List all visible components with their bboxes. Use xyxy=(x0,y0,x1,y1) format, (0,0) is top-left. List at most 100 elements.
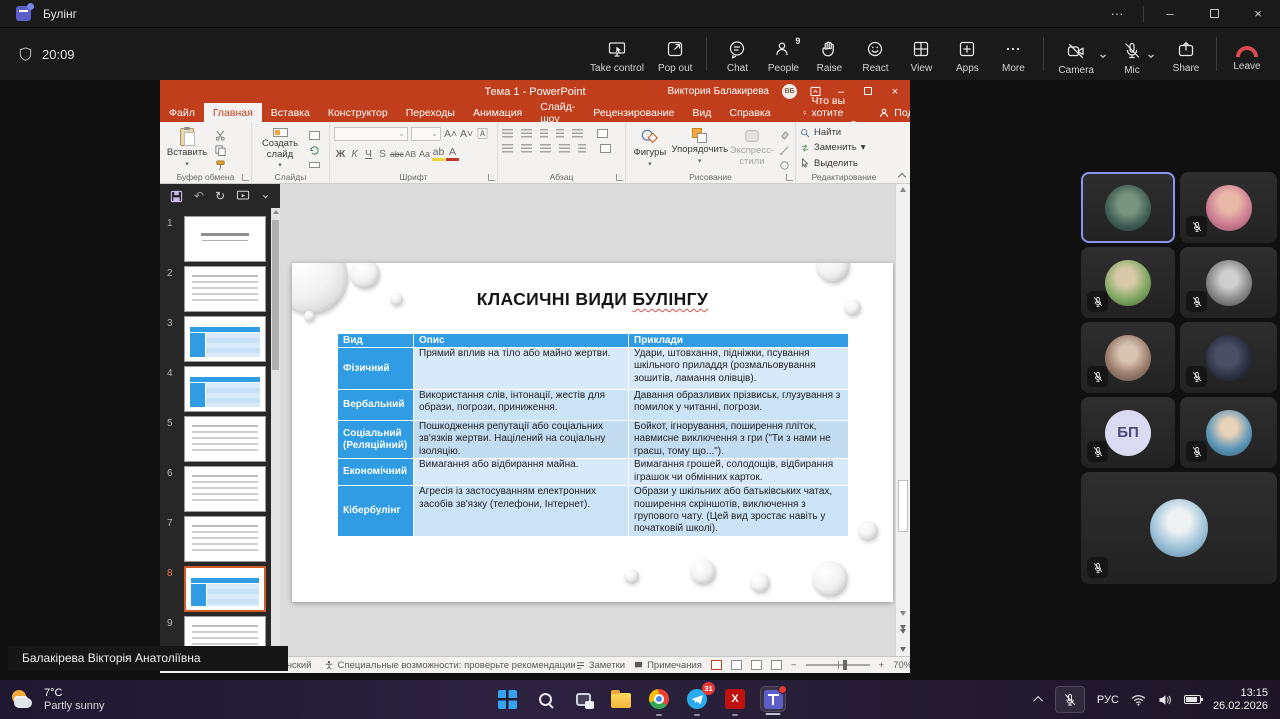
telegram-button[interactable]: 31 xyxy=(684,686,710,712)
scroll-up-arrow[interactable] xyxy=(273,210,279,214)
tray-mic-muted-button[interactable] xyxy=(1055,686,1085,713)
italic-button[interactable]: К xyxy=(348,148,361,160)
camera-chevron-icon[interactable] xyxy=(1098,51,1108,61)
taskbar-weather-widget[interactable]: 7°C Partly sunny xyxy=(10,687,105,713)
pdf-app-button[interactable]: X xyxy=(722,686,748,712)
ppt-share-button[interactable]: Поделиться xyxy=(870,103,910,122)
format-painter-button[interactable] xyxy=(213,160,227,171)
keyboard-language[interactable]: РУС xyxy=(1097,694,1119,706)
font-color-button[interactable]: A xyxy=(446,146,459,161)
ppt-restore-button[interactable] xyxy=(861,86,875,98)
tell-me-search[interactable]: Что вы хотите сделать? xyxy=(794,103,871,122)
ppt-account-name[interactable]: Виктория Балакирева xyxy=(668,86,769,97)
tab-design[interactable]: Конструктор xyxy=(319,103,397,122)
clear-formatting-button[interactable]: 🄰 xyxy=(476,126,489,141)
columns-button[interactable] xyxy=(578,144,586,153)
accessibility-checker[interactable]: Специальные возможности: проверьте реком… xyxy=(324,660,576,671)
zoom-out-button[interactable]: − xyxy=(791,660,797,671)
tab-review[interactable]: Рецензирование xyxy=(584,103,683,122)
text-shadow-button[interactable]: S xyxy=(376,148,389,160)
shape-fill-button[interactable] xyxy=(777,130,791,141)
align-center-button[interactable] xyxy=(521,144,532,153)
grow-font-button[interactable]: A˄ xyxy=(444,128,457,140)
maximize-button[interactable] xyxy=(1192,0,1236,27)
participant-tile[interactable] xyxy=(1180,397,1277,468)
more-button[interactable]: More xyxy=(990,28,1036,80)
notes-button[interactable]: Заметки xyxy=(576,660,625,671)
slide-thumbnail-5[interactable]: 5 xyxy=(160,416,271,462)
participant-tile[interactable] xyxy=(1180,322,1277,393)
bold-button[interactable]: Ж xyxy=(334,148,347,160)
slide-thumbnail-3[interactable]: 3 xyxy=(160,316,271,362)
qat-customize-chevron-icon[interactable] xyxy=(261,192,270,201)
collapse-ribbon-button[interactable] xyxy=(898,173,906,181)
tab-insert[interactable]: Вставка xyxy=(262,103,319,122)
find-button[interactable]: Найти xyxy=(800,126,888,139)
teams-taskbar-button[interactable] xyxy=(760,686,786,712)
align-right-button[interactable] xyxy=(540,144,551,153)
slide-thumbnail-1[interactable]: 1 xyxy=(160,216,271,262)
ppt-minimize-button[interactable]: – xyxy=(834,86,848,98)
next-slide-button[interactable] xyxy=(900,647,906,652)
participant-tile-wide[interactable] xyxy=(1081,472,1277,584)
participant-tile[interactable] xyxy=(1180,247,1277,318)
new-slide-button[interactable]: Создать слайд ▾ xyxy=(256,126,304,170)
redo-button[interactable]: ↻ xyxy=(215,189,225,203)
slide-thumbnail-2[interactable]: 2 xyxy=(160,266,271,312)
slide-scrollbar[interactable] xyxy=(895,184,910,656)
close-button[interactable]: × xyxy=(1236,0,1280,27)
slideshow-view-button[interactable] xyxy=(771,660,782,670)
minimize-button[interactable]: – xyxy=(1148,0,1192,27)
undo-button[interactable]: ↶ xyxy=(194,189,204,203)
zoom-slider-thumb[interactable] xyxy=(843,660,847,670)
ppt-account-avatar[interactable]: ВБ xyxy=(782,84,797,99)
people-button[interactable]: 9 People xyxy=(760,28,806,80)
tab-view[interactable]: Вид xyxy=(683,103,720,122)
arrange-button[interactable]: Упорядочить ▾ xyxy=(673,126,727,170)
start-button[interactable] xyxy=(494,686,520,712)
reset-slide-button[interactable] xyxy=(307,145,321,156)
slide-sorter-view-button[interactable] xyxy=(731,660,742,670)
participant-tile[interactable] xyxy=(1081,247,1175,318)
normal-view-button[interactable] xyxy=(711,660,722,670)
chrome-button[interactable] xyxy=(646,686,672,712)
shrink-font-button[interactable]: A˅ xyxy=(460,128,473,140)
shapes-button[interactable]: Фигуры ▾ xyxy=(630,126,670,170)
smartart-button[interactable] xyxy=(600,144,611,153)
comments-button[interactable]: Примечания xyxy=(634,660,702,671)
tab-file[interactable]: Файл xyxy=(160,103,204,122)
taskbar-clock[interactable]: 13:15 26.02.2026 xyxy=(1213,687,1268,713)
clipboard-dialog-launcher[interactable] xyxy=(242,174,249,181)
ribbon-display-options-icon[interactable] xyxy=(810,86,821,97)
participant-tile[interactable] xyxy=(1081,322,1175,393)
react-button[interactable]: React xyxy=(852,28,898,80)
window-more-button[interactable]: ··· xyxy=(1095,0,1139,27)
font-dialog-launcher[interactable] xyxy=(488,174,495,181)
mic-chevron-icon[interactable] xyxy=(1146,51,1156,61)
drawing-dialog-launcher[interactable] xyxy=(786,174,793,181)
font-name-dropdown[interactable]: ⌄ xyxy=(334,127,408,141)
file-explorer-button[interactable] xyxy=(608,686,634,712)
justify-button[interactable] xyxy=(559,144,570,153)
cut-button[interactable] xyxy=(213,130,227,141)
scroll-up-arrow[interactable] xyxy=(900,187,906,192)
zoom-slider[interactable] xyxy=(806,664,870,666)
participant-tile[interactable] xyxy=(1180,172,1277,243)
strikethrough-button[interactable]: abc xyxy=(390,149,403,159)
numbering-button[interactable] xyxy=(521,129,532,138)
leave-button[interactable]: Leave xyxy=(1224,28,1270,80)
hidden-icons-chevron[interactable] xyxy=(1033,696,1043,706)
select-button[interactable]: Выделить xyxy=(800,157,888,170)
underline-button[interactable]: Ч xyxy=(362,148,375,160)
align-left-button[interactable] xyxy=(502,144,513,153)
paragraph-dialog-launcher[interactable] xyxy=(616,174,623,181)
slide-thumbnail-8-selected[interactable]: 8 xyxy=(160,566,271,612)
zoom-level[interactable]: 70% xyxy=(893,660,910,671)
reading-view-button[interactable] xyxy=(751,660,762,670)
increase-indent-button[interactable] xyxy=(556,129,564,138)
paste-button[interactable]: Вставить ▾ xyxy=(164,126,210,170)
change-case-button[interactable]: Аа xyxy=(418,149,431,159)
camera-button[interactable]: Camera xyxy=(1058,37,1094,76)
apps-button[interactable]: Apps xyxy=(944,28,990,80)
participant-tile-active-speaker[interactable] xyxy=(1081,172,1175,243)
